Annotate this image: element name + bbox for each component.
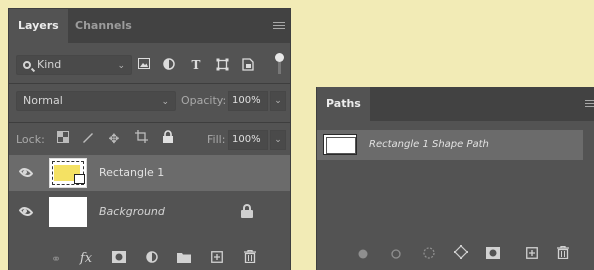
layer-row-background[interactable]: Background [9, 194, 290, 230]
layer-row-rectangle-1[interactable]: Rectangle 1 [9, 155, 290, 191]
chevron-down-icon: ⌄ [117, 61, 125, 71]
visibility-eye-icon[interactable] [18, 165, 34, 180]
paths-tabbar: Paths [317, 87, 594, 121]
layers-footer-toolbar: ⚭ fx [9, 248, 290, 270]
new-layer-icon[interactable] [208, 248, 226, 270]
search-icon [23, 61, 31, 69]
fill-label: Fill: [207, 133, 226, 146]
new-path-icon[interactable] [524, 245, 540, 265]
load-selection-icon[interactable] [421, 245, 437, 265]
delete-path-icon[interactable] [555, 245, 571, 265]
blend-mode-value: Normal [23, 94, 63, 107]
opacity-label: Opacity: [181, 94, 227, 107]
path-thumbnail [323, 134, 357, 155]
paths-panel: Paths Rectangle 1 Shape Path [316, 87, 594, 270]
opacity-dropdown-icon[interactable]: ⌄ [270, 91, 286, 111]
layer-filter-row: Kind ⌄ T [9, 53, 290, 77]
lock-label: Lock: [16, 133, 45, 146]
lock-transparent-pixels-icon[interactable] [55, 130, 71, 150]
blend-mode-select[interactable]: Normal ⌄ [16, 91, 176, 111]
tab-layers[interactable]: Layers [9, 9, 68, 43]
tab-paths[interactable]: Paths [317, 87, 370, 121]
panel-menu-icon[interactable] [273, 22, 285, 30]
shape-badge-icon [74, 174, 85, 184]
layer-thumbnail [49, 197, 87, 227]
layer-name[interactable]: Background [99, 194, 165, 230]
delete-layer-icon[interactable] [241, 248, 259, 270]
adjustment-layer-icon[interactable] [143, 248, 161, 270]
stroke-path-icon[interactable] [388, 245, 404, 265]
layer-name[interactable]: Rectangle 1 [99, 155, 164, 191]
shape-filter-icon[interactable] [215, 58, 229, 72]
blend-row: Normal ⌄ Opacity: 100% ⌄ [9, 91, 290, 111]
lock-image-pixels-icon[interactable] [80, 130, 96, 150]
lock-position-icon[interactable]: ✥ [106, 130, 122, 150]
tab-channels[interactable]: Channels [66, 9, 141, 43]
kind-filter-select[interactable]: Kind ⌄ [16, 55, 132, 75]
opacity-field[interactable]: 100% [228, 91, 268, 111]
lock-row: Lock: ✥ Fill: 100% ⌄ [9, 130, 290, 150]
chevron-down-icon: ⌄ [161, 97, 169, 107]
fill-field[interactable]: 100% [228, 130, 268, 150]
adjustment-filter-icon[interactable] [162, 58, 176, 72]
smart-object-filter-icon[interactable] [241, 58, 255, 72]
filter-toggle-switch[interactable] [275, 53, 284, 62]
fill-dropdown-icon[interactable]: ⌄ [270, 130, 286, 150]
filter-toggle-track [278, 62, 281, 74]
link-layers-icon[interactable]: ⚭ [47, 248, 65, 270]
visibility-eye-icon[interactable] [18, 204, 34, 219]
path-name[interactable]: Rectangle 1 Shape Path [369, 130, 489, 160]
lock-all-icon[interactable] [160, 130, 176, 150]
layers-panel: Layers Channels Kind ⌄ T Normal ⌄ Opacit… [8, 8, 291, 270]
layers-tabbar: Layers Channels [9, 9, 290, 43]
image-filter-icon[interactable] [137, 58, 151, 72]
layer-thumbnail [49, 158, 87, 188]
make-work-path-icon[interactable] [453, 245, 469, 265]
path-row-rectangle-1-shape-path[interactable]: Rectangle 1 Shape Path [317, 130, 583, 160]
fx-icon[interactable]: fx [77, 248, 95, 270]
lock-artboard-icon[interactable] [133, 130, 149, 150]
layer-mask-icon[interactable] [110, 248, 128, 270]
fill-path-icon[interactable] [355, 245, 371, 265]
divider [9, 83, 290, 84]
add-mask-icon[interactable] [485, 245, 501, 265]
new-group-icon[interactable] [175, 248, 193, 270]
panel-menu-icon[interactable] [585, 100, 594, 108]
type-filter-icon[interactable]: T [189, 58, 203, 72]
divider [9, 122, 290, 123]
lock-icon [241, 204, 253, 218]
kind-filter-label: Kind [37, 58, 62, 71]
